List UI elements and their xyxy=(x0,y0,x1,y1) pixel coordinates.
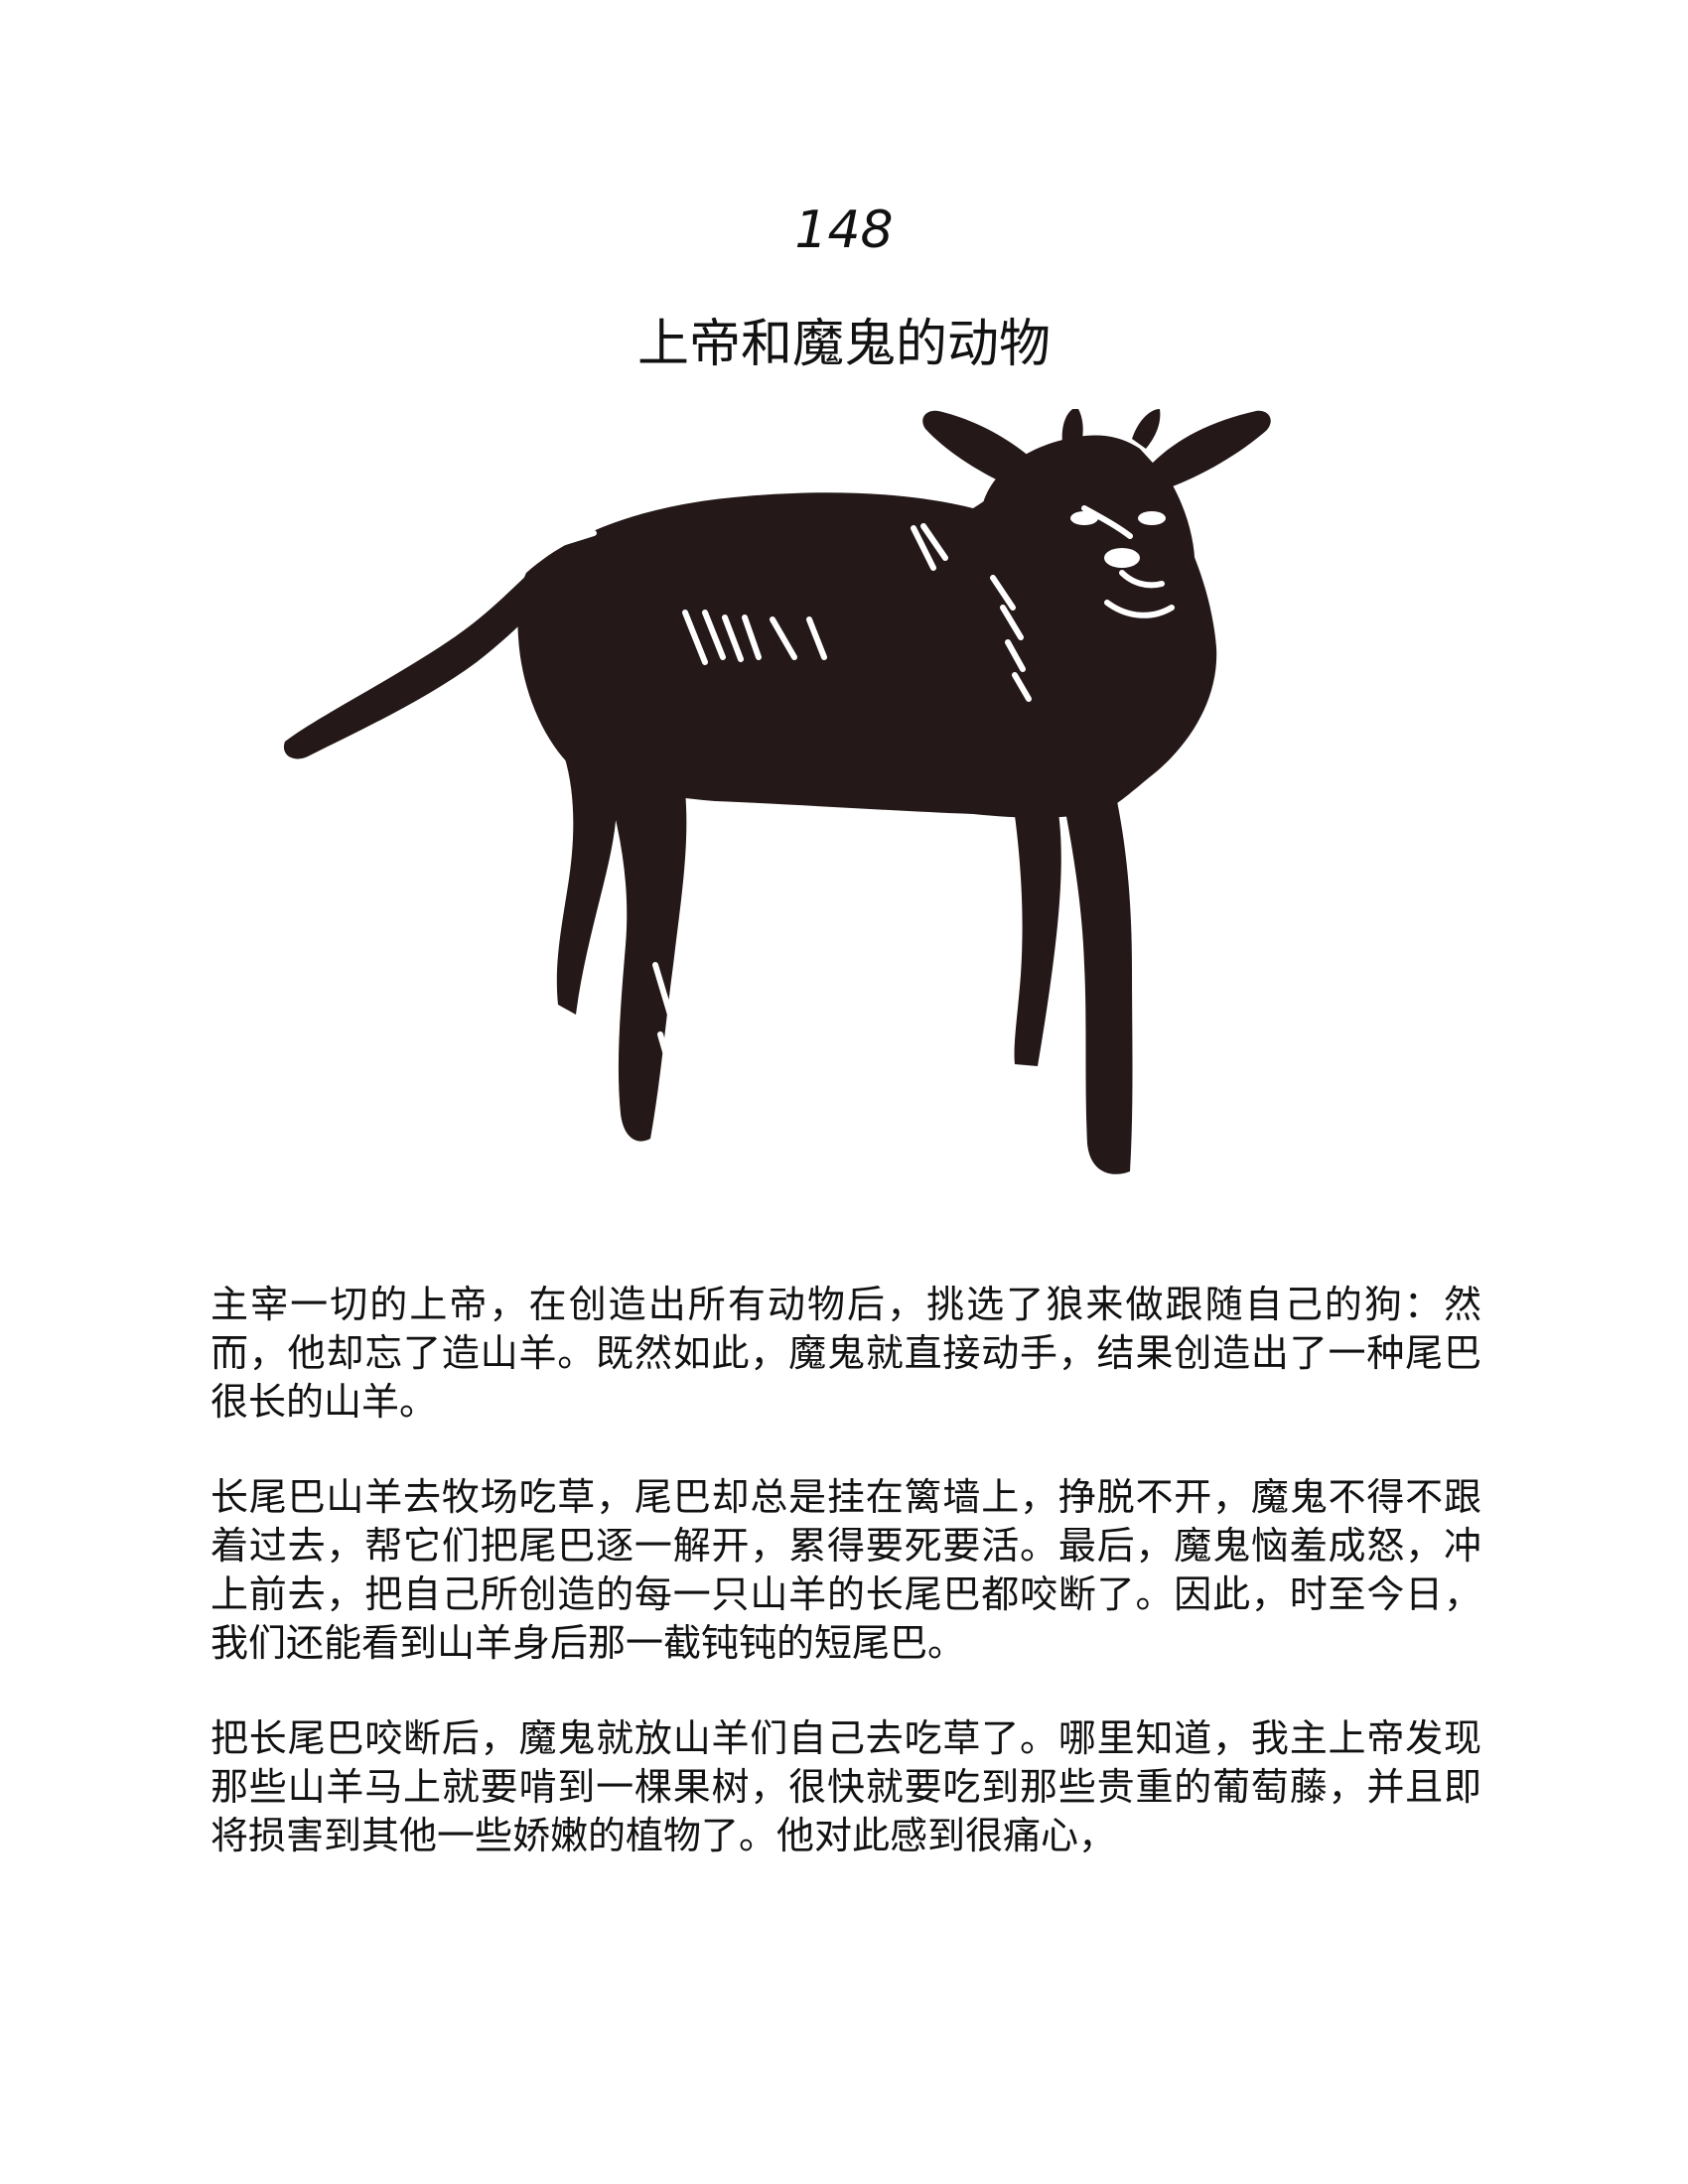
paragraph: 把长尾巴咬断后，魔鬼就放山羊们自己去吃草了。哪里知道，我主上帝发现那些山羊马上就… xyxy=(211,1716,1481,1857)
goat-icon xyxy=(283,409,1271,1174)
chapter-number: 148 xyxy=(794,201,894,260)
chapter-title: 上帝和魔鬼的动物 xyxy=(636,315,1051,374)
goat-illustration xyxy=(278,409,1410,1233)
book-page: 148 上帝和魔鬼的动物 主宰一切的上帝，在创造出所有动物后，挑选了狼来做跟随自… xyxy=(0,0,1688,2184)
paragraph: 主宰一切的上帝，在创造出所有动物后，挑选了狼来做跟随自己的狗：然而，他却忘了造山… xyxy=(211,1283,1481,1424)
body-text: 主宰一切的上帝，在创造出所有动物后，挑选了狼来做跟随自己的狗：然而，他却忘了造山… xyxy=(211,1281,1481,1907)
paragraph: 长尾巴山羊去牧场吃草，尾巴却总是挂在篱墙上，挣脱不开，魔鬼不得不跟着过去，帮它们… xyxy=(211,1475,1481,1665)
